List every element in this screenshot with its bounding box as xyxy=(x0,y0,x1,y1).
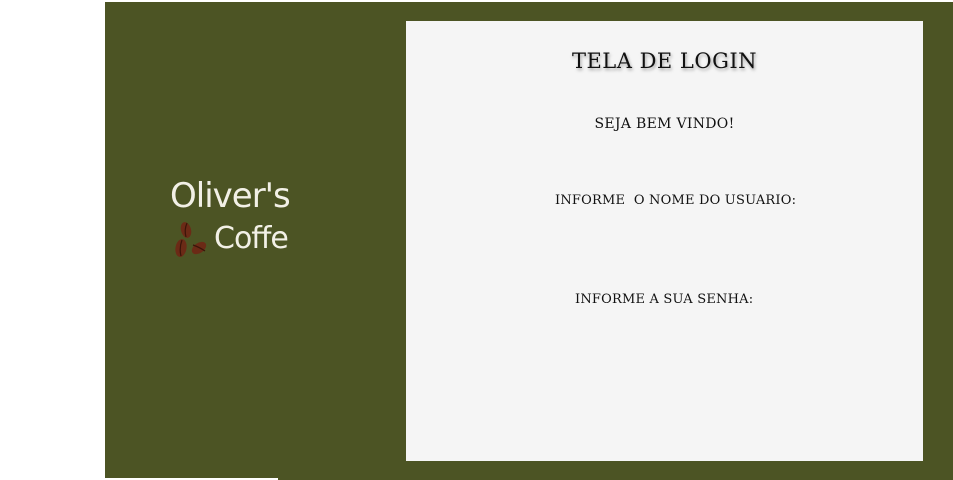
username-label: INFORME O NOME DO USUARIO: xyxy=(555,193,797,208)
welcome-text: SEJA BEM VINDO! xyxy=(594,116,735,132)
brand-name-line1: Oliver's xyxy=(170,176,291,216)
coffee-beans-icon xyxy=(175,222,207,257)
login-panel: TELA DE LOGIN SEJA BEM VINDO! INFORME O … xyxy=(406,21,923,461)
password-label: INFORME A SUA SENHA: xyxy=(575,292,754,307)
login-screen: Oliver's Coffe TELA DE LOGIN SEJA BEM VI… xyxy=(0,0,953,480)
page-title: TELA DE LOGIN xyxy=(571,49,758,73)
brand-logo: Oliver's Coffe xyxy=(170,176,300,268)
brand-name-line2: Coffe xyxy=(214,221,289,256)
